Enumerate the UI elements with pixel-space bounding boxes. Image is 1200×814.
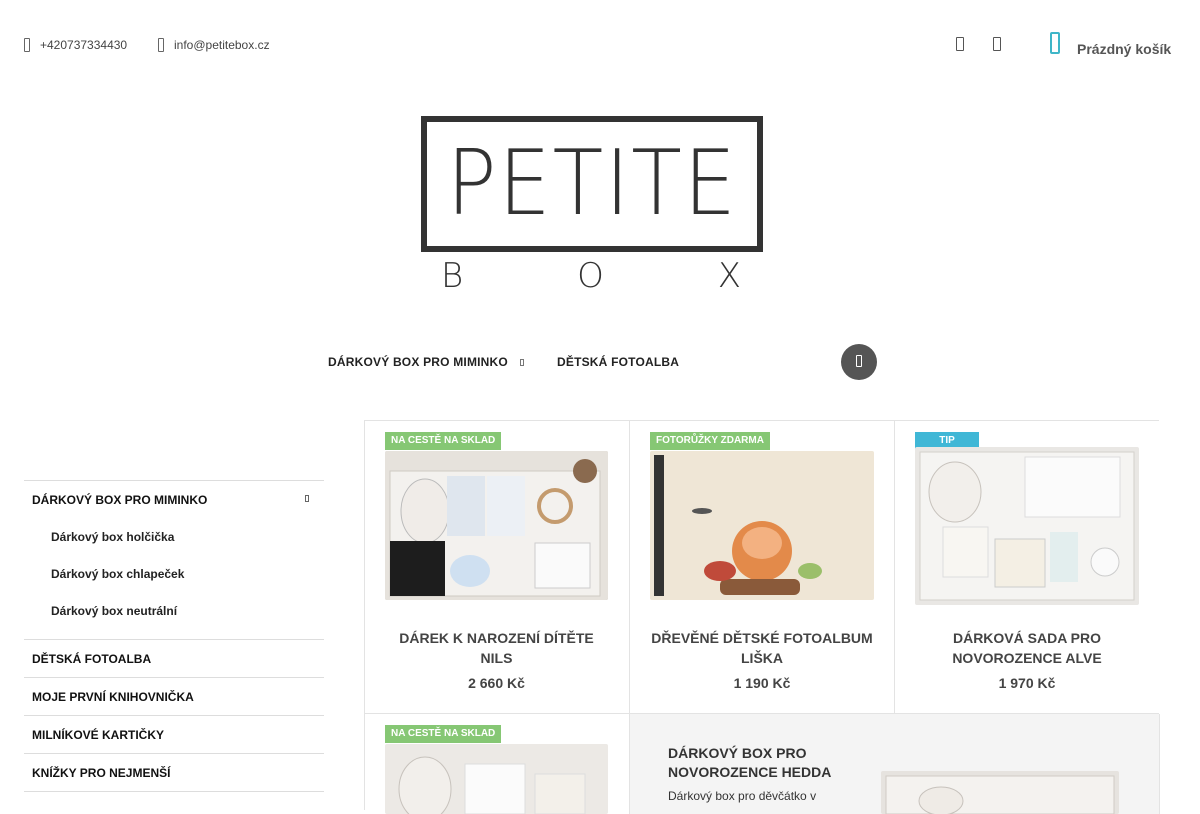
sidebar-subitem-label: Dárkový box holčička (51, 529, 175, 544)
product-grid: NA CESTĚ NA SKLAD DÁREK K NAROZENÍ DÍTĚT… (364, 420, 1160, 814)
product-photo (385, 744, 608, 814)
sidebar-item-photo-albums[interactable]: DĚTSKÁ FOTOALBA (24, 639, 324, 677)
email-icon (158, 38, 164, 52)
user-icon[interactable] (956, 37, 964, 51)
featured-image[interactable] (881, 771, 1119, 814)
email-address[interactable]: info@petitebox.cz (174, 38, 270, 52)
sidebar-item-label: MILNÍKOVÉ KARTIČKY (32, 727, 164, 742)
featured-title[interactable]: DÁRKOVÝ BOX PRO NOVOROZENCE HEDDA (668, 744, 868, 782)
product-card[interactable]: TIP DÁRKOVÁ SADA PRO NOVOROZENCE ALVE 1 … (895, 421, 1159, 714)
product-photo (385, 451, 608, 600)
sidebar-item-milestone-cards[interactable]: MILNÍKOVÉ KARTIČKY (24, 715, 324, 753)
featured-photo (881, 771, 1119, 814)
sidebar-item-label: MOJE PRVNÍ KNIHOVNIČKA (32, 689, 194, 704)
product-price: 1 190 Kč (733, 675, 791, 691)
product-photo (915, 447, 1139, 605)
sidebar-subitem-label: Dárkový box chlapeček (51, 566, 185, 581)
product-card[interactable]: NA CESTĚ NA SKLAD DÁREK K NAROZENÍ DÍTĚT… (365, 421, 630, 714)
sidebar-item-library[interactable]: MOJE PRVNÍ KNIHOVNIČKA (24, 677, 324, 715)
product-flag: FOTORŮŽKY ZDARMA (650, 432, 770, 450)
logo-sub-letter: O (577, 256, 604, 296)
sidebar-subitem-girl[interactable]: Dárkový box holčička (24, 518, 324, 555)
phone-icon (24, 38, 30, 52)
product-flag: NA CESTĚ NA SKLAD (385, 725, 502, 743)
logo-sub: B O X (421, 256, 763, 296)
logo-word: PETITE (446, 131, 738, 236)
sidebar-item-label: DĚTSKÁ FOTOALBA (32, 651, 152, 666)
chevron-down-icon[interactable] (305, 495, 309, 502)
product-card[interactable]: NA CESTĚ NA SKLAD (365, 714, 630, 814)
cart-label[interactable]: Prázdný košík (1077, 41, 1171, 57)
product-image[interactable] (650, 451, 874, 600)
product-price: 2 660 Kč (468, 675, 525, 691)
logo-box: PETITE (421, 116, 763, 252)
top-bar: +420737334430 info@petitebox.cz Prázdný … (0, 0, 1200, 90)
cart-icon[interactable] (1050, 32, 1060, 54)
sidebar-item-label: KNÍŽKY PRO NEJMENŠÍ (32, 765, 171, 780)
email-contact[interactable]: info@petitebox.cz (158, 38, 270, 52)
product-price: 1 970 Kč (998, 675, 1056, 691)
logo-sub-letter: X (717, 256, 741, 296)
logo-sub-letter: B (441, 256, 464, 296)
sidebar-subitem-boy[interactable]: Dárkový box chlapeček (24, 555, 324, 592)
logo[interactable]: PETITE B O X (421, 116, 763, 296)
search-button[interactable] (841, 344, 877, 380)
nav-item-gift-box[interactable]: DÁRKOVÝ BOX PRO MIMINKO (328, 355, 524, 369)
product-card[interactable]: FOTORŮŽKY ZDARMA DŘEVĚNÉ DĚTSKÉ FOTOALBU… (630, 421, 895, 714)
product-name[interactable]: DÁRKOVÁ SADA PRO NOVOROZENCE ALVE (915, 628, 1139, 668)
product-name[interactable]: DÁREK K NAROZENÍ DÍTĚTE NILS (385, 628, 608, 668)
chevron-down-icon (519, 359, 524, 367)
search-icon (856, 355, 862, 367)
product-photo (650, 451, 874, 600)
sidebar: DÁRKOVÝ BOX PRO MIMINKO Dárkový box holč… (24, 480, 324, 801)
product-flag: NA CESTĚ NA SKLAD (385, 432, 502, 450)
nav-item-label: DÁRKOVÝ BOX PRO MIMINKO (328, 355, 508, 369)
phone-contact[interactable]: +420737334430 (24, 38, 127, 52)
sidebar-item-books[interactable]: KNÍŽKY PRO NEJMENŠÍ (24, 753, 324, 791)
nav-item-photo-albums[interactable]: DĚTSKÁ FOTOALBA (557, 355, 679, 369)
product-image[interactable] (385, 744, 608, 814)
featured-product[interactable]: DÁRKOVÝ BOX PRO NOVOROZENCE HEDDA Dárkov… (630, 714, 1160, 814)
sidebar-item-label: DÁRKOVÝ BOX PRO MIMINKO (32, 492, 208, 507)
sidebar-subitem-label: Dárkový box neutrální (51, 603, 178, 618)
product-image[interactable] (385, 451, 608, 600)
product-name[interactable]: DŘEVĚNÉ DĚTSKÉ FOTOALBUM LIŠKA (650, 628, 874, 668)
sidebar-subitem-neutral[interactable]: Dárkový box neutrální (24, 592, 324, 629)
featured-desc: Dárkový box pro děvčátko v (668, 789, 817, 803)
heart-icon[interactable] (993, 37, 1001, 51)
product-image[interactable] (915, 447, 1139, 605)
phone-number[interactable]: +420737334430 (40, 38, 127, 52)
sidebar-item-gift-box[interactable]: DÁRKOVÝ BOX PRO MIMINKO (24, 480, 324, 518)
nav-item-label: DĚTSKÁ FOTOALBA (557, 355, 680, 369)
